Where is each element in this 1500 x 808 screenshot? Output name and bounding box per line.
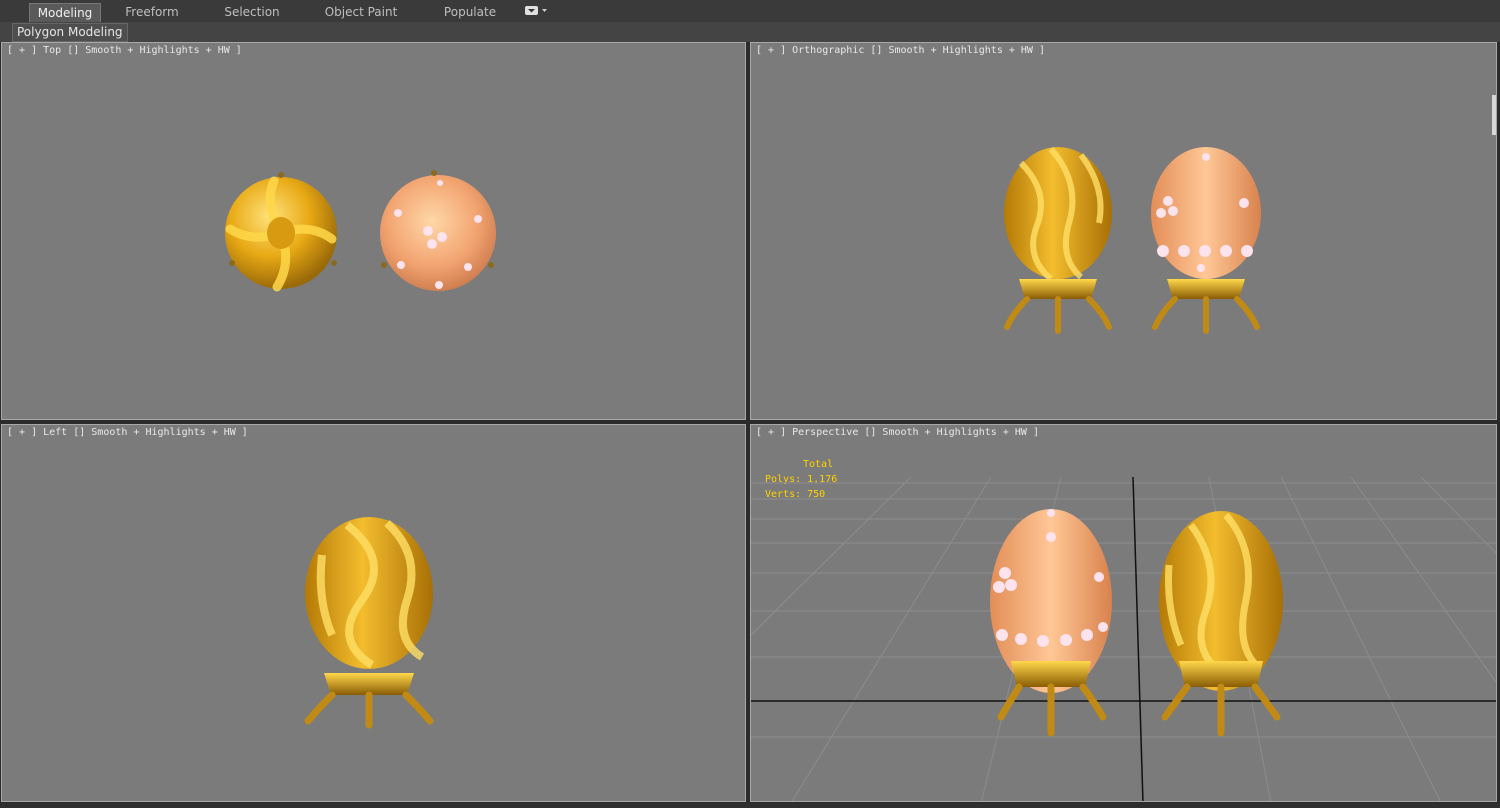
- left-view-egg-render: [304, 517, 434, 729]
- perspective-grid: [751, 476, 1496, 801]
- tab-modeling[interactable]: Modeling: [29, 3, 101, 22]
- viewport-orthographic[interactable]: [ + ] Orthographic [] Smooth + Highlight…: [750, 42, 1497, 420]
- ribbon-panel: Polygon Modeling: [0, 22, 1500, 42]
- ribbon-tab-bar: Modeling Freeform Selection Object Paint…: [0, 0, 1500, 23]
- polygon-modeling-panel-button[interactable]: Polygon Modeling: [12, 23, 128, 42]
- orthographic-egg-render: [1004, 147, 1261, 334]
- viewport-top[interactable]: [ + ] Top [] Smooth + Highlights + HW ]: [1, 42, 746, 420]
- viewport-left[interactable]: [ + ] Left [] Smooth + Highlights + HW ]: [1, 424, 746, 802]
- dropdown-menu-icon[interactable]: [525, 5, 551, 17]
- tab-freeform[interactable]: Freeform: [112, 3, 192, 21]
- tab-object-paint[interactable]: Object Paint: [316, 3, 406, 21]
- tab-selection[interactable]: Selection: [212, 3, 292, 21]
- tab-populate[interactable]: Populate: [430, 3, 510, 21]
- perspective-egg-render: [751, 476, 1496, 801]
- viewport-perspective[interactable]: [ + ] Perspective [] Smooth + Highlights…: [750, 424, 1497, 802]
- top-view-egg-render: [225, 170, 496, 292]
- status-strip: [0, 803, 1500, 808]
